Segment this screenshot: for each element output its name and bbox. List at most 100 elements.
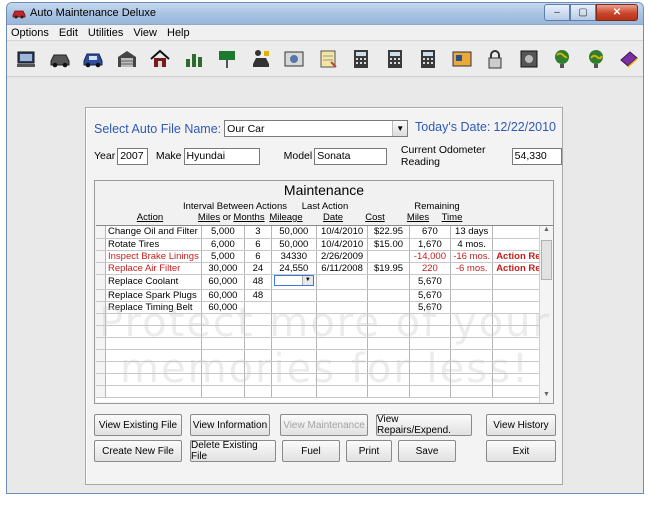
car-icon[interactable] [49,48,71,70]
row-selector[interactable] [96,301,106,314]
cell-interval-miles[interactable]: 6,000 [201,238,245,251]
cell-remaining-time[interactable] [450,301,494,314]
table-row[interactable]: Replace Spark Plugs 60,000 48 5,670 [96,289,553,302]
cell-remaining-time[interactable] [450,289,494,302]
safe-icon[interactable] [518,48,540,70]
garage-icon[interactable] [116,48,138,70]
table-row[interactable]: Replace Air Filter 30,000 24 24,550 6/11/200… [96,262,553,275]
row-selector[interactable] [96,262,106,275]
row-selector[interactable] [96,313,106,326]
cell-action[interactable] [105,313,202,326]
cell-last-date[interactable] [316,274,369,290]
cell-action[interactable]: Replace Coolant [105,274,202,290]
notepad-icon[interactable] [317,48,339,70]
view-repairs-button[interactable]: View Repairs/Expend. [376,414,472,436]
cell-action[interactable] [105,349,202,362]
cell-last-date[interactable]: 2/26/2009 [316,250,369,263]
cell-last-mileage[interactable]: ▼ [271,274,317,290]
chevron-down-icon[interactable]: ▼ [301,275,313,285]
cell-last-date[interactable]: 10/4/2010 [316,226,369,239]
table-row[interactable]: Replace Timing Belt 60,000 5,670 [96,301,553,314]
view-history-button[interactable]: View History [486,414,556,436]
cell-remaining-miles[interactable]: 1,670 [409,238,452,251]
cell-cost[interactable] [367,349,410,362]
cell-interval-months[interactable]: 3 [244,226,272,239]
cell-interval-months[interactable] [244,325,272,338]
cell-last-mileage[interactable] [271,325,317,338]
cell-interval-miles[interactable] [201,313,245,326]
person-car-icon[interactable] [250,48,272,70]
cell-remaining-miles[interactable] [409,337,452,350]
cell-interval-months[interactable]: 24 [244,262,272,275]
make-field[interactable]: Hyundai [183,147,260,165]
cell-last-date[interactable]: 6/11/2008 [316,262,369,275]
book-icon[interactable] [618,48,640,70]
row-selector[interactable] [96,373,106,386]
cell-cost[interactable]: $19.95 [367,262,410,275]
cell-action[interactable]: Inspect Brake Linings [105,250,202,263]
computer-icon[interactable] [15,48,37,70]
cell-interval-months[interactable] [244,385,272,398]
maintenance-grid[interactable]: Change Oil and Filter 5,000 3 50,000 10/4/20… [96,225,553,403]
col-date[interactable]: Date [313,212,353,223]
car-blue-icon[interactable] [82,48,104,70]
row-selector[interactable] [96,337,106,350]
table-row[interactable] [96,361,553,374]
cell-interval-months[interactable] [244,349,272,362]
row-selector[interactable] [96,361,106,374]
cell-cost[interactable] [367,337,410,350]
cell-remaining-time[interactable]: -16 mos. [450,250,494,263]
cell-interval-miles[interactable] [201,385,245,398]
table-row[interactable]: Replace Coolant 60,000 48 ▼ 5,670 [96,274,553,290]
cell-action[interactable]: Rotate Tires [105,238,202,251]
cell-interval-months[interactable]: 48 [244,274,272,290]
cell-remaining-time[interactable] [450,325,494,338]
cell-last-mileage[interactable] [271,349,317,362]
exit-button[interactable]: Exit [486,440,556,462]
col-mileage[interactable]: Mileage [267,212,305,223]
table-row[interactable]: Change Oil and Filter 5,000 3 50,000 10/4/20… [96,226,553,239]
cell-interval-months[interactable] [244,337,272,350]
cell-interval-months[interactable] [244,361,272,374]
cell-remaining-time[interactable]: 4 mos. [450,238,494,251]
cell-action[interactable] [105,325,202,338]
cell-last-mileage[interactable]: 50,000 [271,238,317,251]
col-rem-miles[interactable]: Miles [403,212,433,223]
cell-remaining-miles[interactable]: 670 [409,226,452,239]
cell-last-mileage[interactable] [271,373,317,386]
scroll-up-icon[interactable]: ▲ [540,226,553,238]
table-row[interactable] [96,337,553,350]
cell-remaining-time[interactable] [450,385,494,398]
model-field[interactable]: Sonata [314,147,387,165]
cell-last-mileage[interactable] [271,385,317,398]
cell-remaining-miles[interactable] [409,385,452,398]
cell-cost[interactable] [367,289,410,302]
menu-options[interactable]: Options [11,27,49,39]
table-row[interactable]: Rotate Tires 6,000 6 50,000 10/4/2010 $15.00 1… [96,238,553,251]
cell-interval-miles[interactable] [201,373,245,386]
cell-interval-miles[interactable]: 60,000 [201,301,245,314]
scroll-thumb[interactable] [541,240,552,280]
globe2-icon[interactable] [585,48,607,70]
cell-remaining-time[interactable]: -6 mos. [450,262,494,275]
cell-last-mileage[interactable] [271,361,317,374]
cell-last-date[interactable] [316,313,369,326]
cell-remaining-miles[interactable]: 5,670 [409,301,452,314]
view-existing-file-button[interactable]: View Existing File [94,414,182,436]
cell-remaining-time[interactable] [450,349,494,362]
title-bar[interactable]: Auto Maintenance Deluxe – ▢ ✕ [7,3,643,25]
col-months[interactable]: Months [233,212,265,223]
cell-cost[interactable] [367,385,410,398]
cell-interval-miles[interactable]: 5,000 [201,226,245,239]
cell-last-mileage[interactable] [271,289,317,302]
cell-interval-miles[interactable]: 60,000 [201,274,245,290]
cell-interval-months[interactable] [244,373,272,386]
cell-last-mileage[interactable] [271,337,317,350]
table-row[interactable] [96,325,553,338]
row-selector[interactable] [96,349,106,362]
cell-interval-miles[interactable] [201,349,245,362]
cell-last-date[interactable] [316,325,369,338]
fuel-button[interactable]: Fuel [282,440,340,462]
cell-last-mileage[interactable]: 24,550 [271,262,317,275]
cell-interval-months[interactable]: 6 [244,238,272,251]
